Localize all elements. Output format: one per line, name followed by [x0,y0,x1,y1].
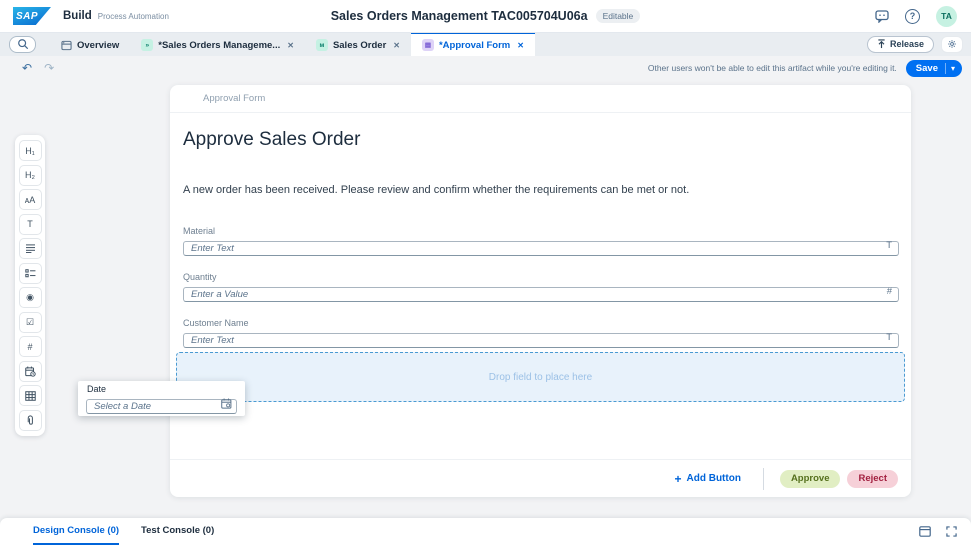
date-field-icon[interactable] [18,360,42,382]
tab-sales-order[interactable]: ᴍ Sales Order ✕ [305,32,411,56]
field-label-material: Material [183,226,216,236]
editor-toolbar: ↶ ↷ Other users won't be able to edit th… [0,56,971,80]
close-icon[interactable]: ✕ [517,41,524,50]
process-icon: ᴍ [315,39,328,51]
checklist-icon[interactable] [18,262,42,284]
help-glyph: ? [905,8,920,24]
save-label: Save [915,62,938,74]
text-type-icon: T [886,332,892,343]
feedback-icon[interactable] [875,9,889,23]
tab-label: Overview [77,39,120,51]
add-button[interactable]: + Add Button [668,471,746,487]
approve-button[interactable]: Approve [779,469,841,488]
shell-actions: ? TA [875,5,957,27]
drop-zone-hint: Drop field to place here [488,371,593,383]
tabstrip-actions: Release [866,32,963,56]
upload-icon [877,39,886,49]
tab-label: Sales Order [332,39,387,51]
product-tagline: Process Automation [97,11,169,21]
tab-design-console[interactable]: Design Console (0) [33,518,120,545]
app-window: SAP Build Process Automation Sales Order… [0,0,971,545]
font-style-icon[interactable]: ᴀA [18,189,42,210]
checkbox-icon[interactable]: ☑ [18,311,42,333]
process-icon: » [141,39,154,51]
release-button[interactable]: Release [866,35,934,53]
fullscreen-icon[interactable] [946,526,957,537]
search-artifacts-icon[interactable] [9,35,36,53]
reject-button[interactable]: Reject [847,469,898,488]
paragraph-icon[interactable] [18,238,42,259]
sap-logo: SAP [13,7,51,25]
user-avatar[interactable]: TA [936,5,957,27]
calendar-icon [221,398,232,409]
number-field-icon[interactable]: # [18,336,42,357]
console-actions [919,518,957,545]
overview-icon [61,40,72,51]
tab-sales-orders-management[interactable]: » *Sales Orders Manageme... ✕ [130,32,305,56]
chevron-down-icon[interactable]: ▾ [946,64,962,73]
field-material: T [183,238,899,256]
text-field-icon[interactable]: T [18,213,42,235]
help-icon[interactable]: ? [905,8,920,24]
redo-icon[interactable]: ↷ [44,61,54,75]
form-card-header: Approval Form [170,85,911,113]
tab-label: *Sales Orders Manageme... [158,39,281,51]
form-description[interactable]: A new order has been received. Please re… [183,184,689,196]
undo-redo-group: ↶ ↷ [22,61,54,75]
radio-button-icon[interactable]: ◉ [18,287,42,308]
form-card-footer: + Add Button Approve Reject [170,459,911,497]
date-input[interactable] [86,399,237,414]
tab-test-console[interactable]: Test Console (0) [141,518,214,545]
close-icon[interactable]: ✕ [287,41,294,50]
field-drop-zone[interactable]: Drop field to place here [176,352,905,402]
date-field-label: Date [87,384,107,394]
dragged-date-field[interactable]: Date [78,381,245,416]
undo-icon[interactable]: ↶ [22,61,32,75]
shell-header: SAP Build Process Automation Sales Order… [0,0,971,33]
field-quantity: # [183,284,899,302]
date-field-input-wrap [86,396,237,414]
settings-gear-icon[interactable] [941,35,963,53]
editor-toolbar-right: Other users won't be able to edit this a… [647,59,962,77]
form-icon: ▤ [421,39,434,51]
form-editor-card: Approval Form Approve Sales Order A new … [170,85,911,497]
heading1-icon[interactable]: H₁ [18,140,42,161]
field-customer-name: T [183,330,899,348]
field-label-quantity: Quantity [183,272,217,282]
tab-label: *Approval Form [438,39,511,51]
editable-badge: Editable [595,9,641,23]
artifact-tab-strip: Overview » *Sales Orders Manageme... ✕ ᴍ… [0,32,971,56]
add-button-label: Add Button [686,473,741,484]
form-title[interactable]: Approve Sales Order [183,129,360,151]
text-type-icon: T [886,240,892,251]
sap-logo-text: SAP [16,10,39,22]
field-label-customer-name: Customer Name [183,318,249,328]
tab-approval-form[interactable]: ▤ *Approval Form ✕ [410,32,535,56]
number-type-icon: # [886,286,892,297]
edit-lock-message: Other users won't be able to edit this a… [647,63,897,73]
attachment-icon[interactable] [18,409,42,431]
dock-panel-icon[interactable] [919,526,931,537]
release-label: Release [889,39,924,49]
material-input[interactable] [183,241,899,256]
product-name: Build [63,10,92,22]
field-palette: H₁ H₂ ᴀA T ◉ ☑ # [15,135,45,436]
close-icon[interactable]: ✕ [393,41,400,50]
tab-overview[interactable]: Overview [50,32,130,56]
heading2-icon[interactable]: H₂ [18,164,42,186]
quantity-input[interactable] [183,287,899,302]
form-card-header-label: Approval Form [203,93,266,104]
console-bar: Design Console (0) Test Console (0) [0,518,971,545]
table-icon[interactable] [18,385,42,406]
footer-divider [762,467,764,490]
plus-icon: + [674,471,682,486]
project-title: Sales Orders Management TAC005704U06a [330,9,588,23]
customer-name-input[interactable] [183,333,899,348]
save-button[interactable]: Save ▾ [905,59,962,77]
